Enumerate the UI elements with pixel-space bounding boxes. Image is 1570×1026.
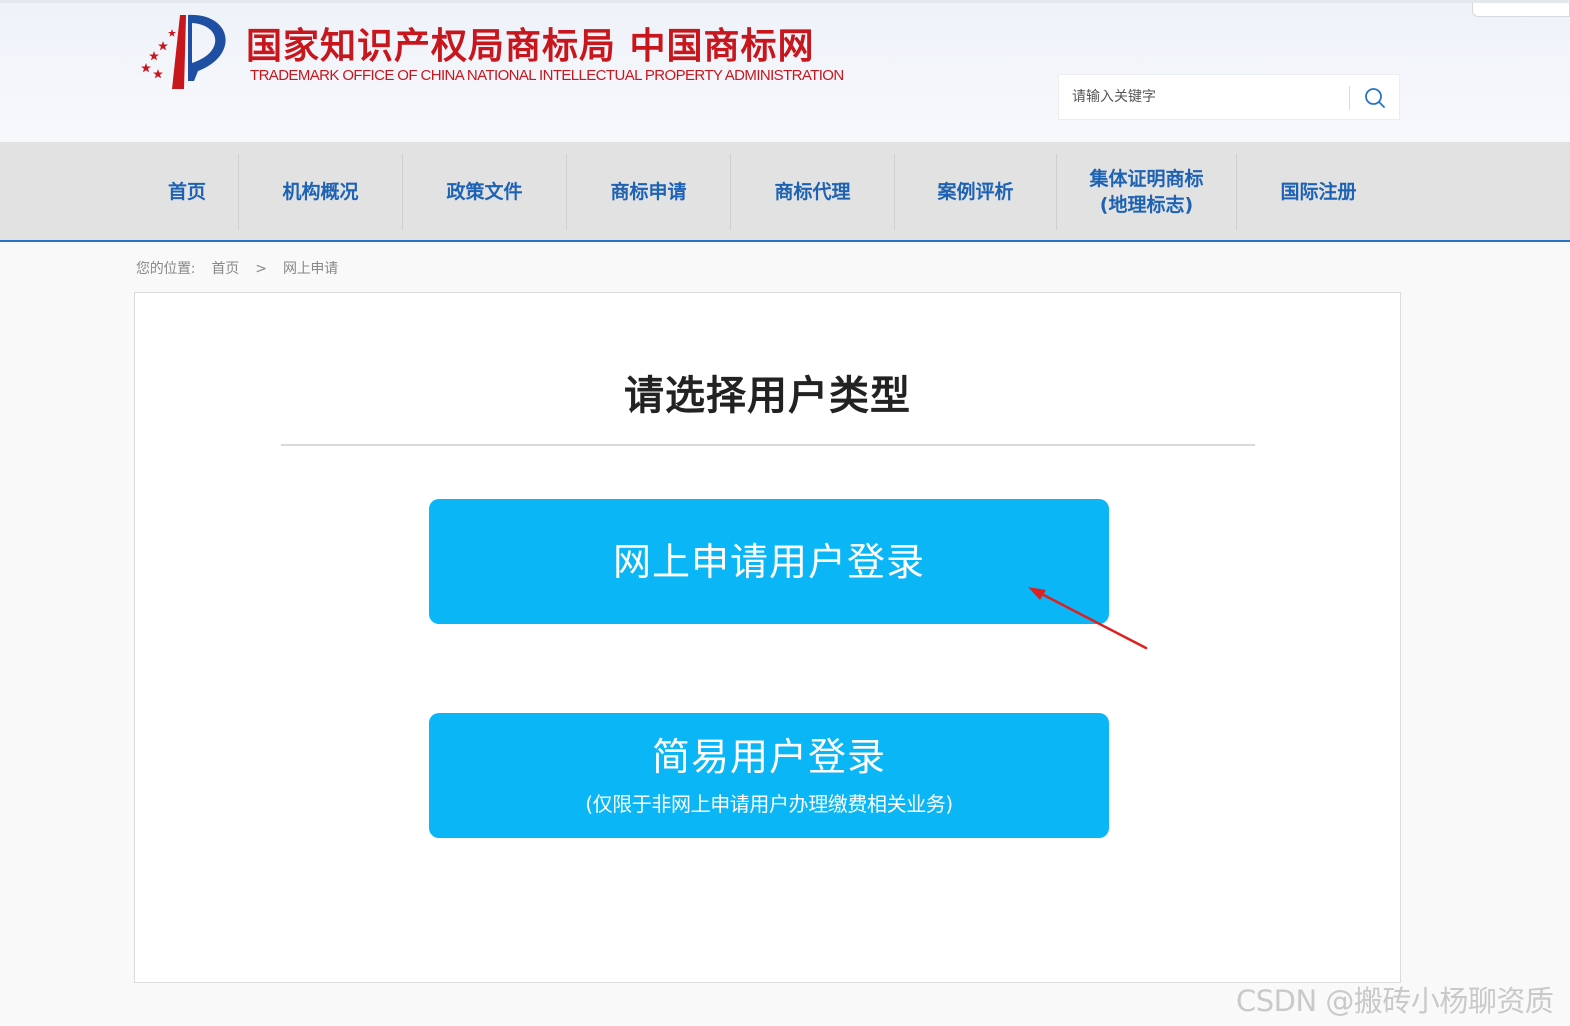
- top-corner-tab[interactable]: [1472, 3, 1570, 17]
- simple-login-label: 简易用户登录: [651, 735, 886, 779]
- page-title: 请选择用户类型: [624, 373, 911, 419]
- breadcrumb-prefix: 您的位置:: [136, 261, 196, 277]
- nav-item-trademark-application[interactable]: 商标申请: [567, 154, 730, 230]
- site-title: 国家知识产权局商标局 中国商标网: [246, 25, 815, 67]
- title-divider: [281, 444, 1255, 446]
- breadcrumb: 您的位置: 首页 > 网上申请: [136, 258, 338, 278]
- online-login-label: 网上申请用户登录: [612, 539, 925, 584]
- search-input[interactable]: [1059, 75, 1349, 119]
- simple-login-note: (仅限于非网上申请用户办理缴费相关业务): [585, 792, 953, 816]
- nav-item-policy[interactable]: 政策文件: [403, 154, 566, 230]
- site-subtitle: TRADEMARK OFFICE OF CHINA NATIONAL INTEL…: [250, 67, 844, 84]
- search-box: [1058, 74, 1400, 120]
- site-header: 国家知识产权局商标局 中国商标网 TRADEMARK OFFICE OF CHI…: [0, 0, 1570, 142]
- watermark: CSDN @搬砖小杨聊资质: [1236, 984, 1554, 1018]
- breadcrumb-current: 网上申请: [283, 261, 338, 277]
- trademark-office-emblem-icon[interactable]: [132, 11, 238, 91]
- online-application-login-button[interactable]: 网上申请用户登录: [429, 499, 1109, 624]
- main-navigation: 首页 机构概况 政策文件 商标申请 商标代理 案例评析 集体证明商标 (地理标志…: [0, 142, 1570, 242]
- search-icon: [1365, 88, 1385, 108]
- breadcrumb-separator: >: [255, 261, 267, 277]
- nav-item-organization[interactable]: 机构概况: [239, 154, 402, 230]
- nav-item-case-analysis[interactable]: 案例评析: [895, 154, 1056, 230]
- breadcrumb-home-link[interactable]: 首页: [212, 261, 240, 277]
- search-button[interactable]: [1359, 83, 1391, 113]
- nav-item-home[interactable]: 首页: [136, 154, 238, 230]
- simple-user-login-button[interactable]: 简易用户登录 (仅限于非网上申请用户办理缴费相关业务): [429, 713, 1109, 838]
- nav-item-trademark-agency[interactable]: 商标代理: [731, 154, 894, 230]
- nav-item-collective-certification[interactable]: 集体证明商标 (地理标志): [1057, 154, 1236, 230]
- user-type-panel: 请选择用户类型 网上申请用户登录 简易用户登录 (仅限于非网上申请用户办理缴费相…: [134, 292, 1401, 983]
- nav-item-international-registration[interactable]: 国际注册: [1237, 154, 1400, 230]
- search-divider: [1349, 86, 1350, 110]
